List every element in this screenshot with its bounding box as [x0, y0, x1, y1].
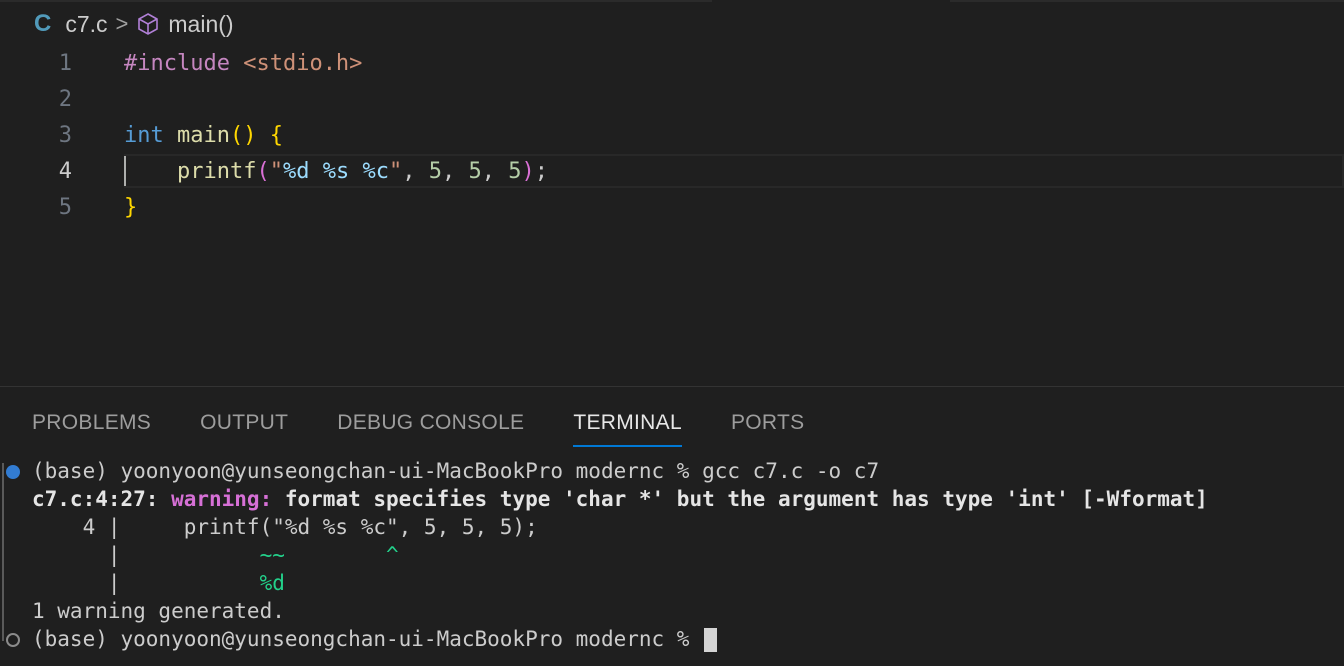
fixit-bar: | — [32, 571, 121, 595]
code-line-5[interactable]: 5 } — [0, 190, 1344, 226]
code-line-2[interactable]: 2 — [0, 82, 1344, 118]
command-pending-dot-icon[interactable] — [6, 633, 20, 647]
tab-terminal[interactable]: TERMINAL — [573, 387, 682, 447]
token-paren: () — [229, 123, 257, 148]
token-semicolon: ; — [534, 159, 548, 184]
breadcrumb-symbol[interactable]: main() — [168, 11, 233, 38]
method-cube-icon — [136, 12, 160, 36]
token-format-spec: %c — [362, 159, 389, 184]
terminal-cursor — [704, 628, 718, 652]
token-keyword: int — [124, 123, 164, 148]
chevron-right-icon: > — [115, 11, 129, 36]
tab-output[interactable]: OUTPUT — [200, 387, 288, 447]
command-success-dot-icon[interactable] — [6, 465, 20, 479]
warning-location: c7.c:4:27: — [32, 487, 172, 511]
token-brace: } — [124, 195, 138, 220]
tab-ports[interactable]: PORTS — [731, 387, 804, 447]
token-preprocessor: #include — [124, 51, 230, 76]
token-function: printf — [176, 159, 257, 184]
breadcrumb-file[interactable]: c7.c — [65, 11, 107, 38]
line-number: 3 — [58, 123, 72, 148]
token-paren: ( — [256, 159, 270, 184]
summary-line: 1 warning generated. — [32, 599, 285, 623]
marker-line: | ~~ ^ — [32, 541, 399, 569]
token-number: 5 — [428, 159, 442, 184]
code-line-4[interactable]: 4 printf("%d %s %c", 5, 5, 5); — [0, 154, 1344, 190]
marker-bar: | — [32, 543, 121, 567]
tab-problems[interactable]: PROBLEMS — [32, 387, 151, 447]
code-line-3[interactable]: 3 int main() { — [0, 118, 1344, 154]
c-file-icon: C — [34, 10, 52, 37]
marker-caret: ^ — [386, 543, 399, 567]
token-function: main — [177, 123, 230, 148]
code-editor[interactable]: 1 #include <stdio.h> 2 3 int main() { 4 … — [0, 46, 1344, 386]
token-quote: " — [269, 159, 283, 184]
terminal-prompt-line: (base) yoonyoon@yunseongchan-ui-MacBookP… — [32, 459, 880, 483]
token-brace: { — [269, 123, 283, 148]
terminal-prompt-line: (base) yoonyoon@yunseongchan-ui-MacBookP… — [32, 625, 718, 653]
token-number: 5 — [468, 159, 482, 184]
token-paren: ) — [521, 159, 535, 184]
line-number: 5 — [58, 195, 72, 220]
token-quote: " — [388, 159, 403, 184]
warning-line: c7.c:4:27: warning: format specifies typ… — [32, 485, 1208, 513]
marker-tilde: ~~ — [259, 543, 285, 567]
warning-message: format specifies type 'char *' but the a… — [284, 487, 1208, 511]
prompt-text: (base) yoonyoon@yunseongchan-ui-MacBookP… — [32, 627, 703, 651]
token-include-path: <stdio.h> — [243, 51, 363, 76]
terminal-output[interactable]: (base) yoonyoon@yunseongchan-ui-MacBookP… — [0, 455, 1344, 666]
source-line: 4 | printf("%d %s %c", 5, 5, 5); — [32, 515, 538, 539]
token-number: 5 — [508, 159, 522, 184]
code-line-1[interactable]: 1 #include <stdio.h> — [0, 46, 1344, 82]
line-number: 2 — [58, 87, 72, 112]
token-comma: , — [402, 159, 429, 184]
fixit-line: | %d — [32, 569, 285, 597]
token-comma: , — [481, 159, 509, 184]
warning-label: warning: — [171, 487, 285, 511]
command-decoration-bar — [2, 463, 4, 641]
fixit-text: %d — [259, 571, 285, 595]
tab-debug-console[interactable]: DEBUG CONSOLE — [337, 387, 524, 447]
token-format-spec: %s — [322, 159, 350, 184]
token-comma: , — [441, 159, 469, 184]
token-format-spec: %d — [282, 159, 310, 184]
line-number: 1 — [58, 51, 72, 76]
line-number: 4 — [58, 159, 72, 184]
breadcrumb: C c7.c > main() — [0, 0, 1344, 48]
panel-tab-bar: PROBLEMS OUTPUT DEBUG CONSOLE TERMINAL P… — [0, 387, 1344, 447]
